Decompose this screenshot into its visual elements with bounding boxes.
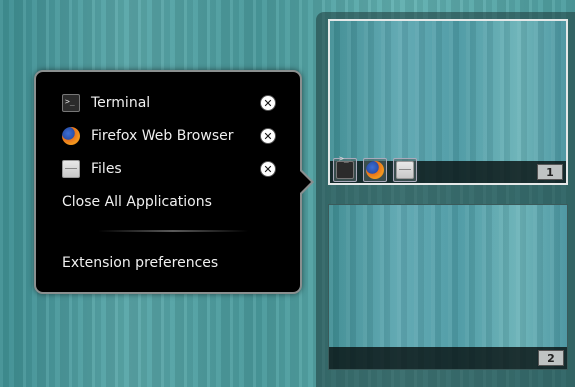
menu-separator bbox=[98, 230, 248, 232]
menu-pointer-arrow-fill bbox=[299, 170, 311, 194]
files-icon bbox=[396, 161, 414, 179]
menu-item-files[interactable]: Files ✕ bbox=[36, 154, 300, 184]
menu-item-firefox[interactable]: Firefox Web Browser ✕ bbox=[36, 121, 300, 151]
workspace-2-thumbnail[interactable]: 2 bbox=[328, 204, 568, 370]
firefox-icon bbox=[62, 127, 80, 145]
close-icon[interactable]: ✕ bbox=[260, 95, 276, 111]
menu-item-terminal[interactable]: Terminal ✕ bbox=[36, 87, 300, 118]
menu-item-label: Firefox Web Browser bbox=[91, 128, 234, 144]
workspace-taskbar: 1 bbox=[330, 154, 566, 183]
firefox-icon bbox=[366, 161, 384, 179]
terminal-icon bbox=[62, 87, 80, 117]
close-icon[interactable]: ✕ bbox=[260, 128, 276, 144]
terminal-icon bbox=[336, 154, 354, 179]
workspace-app-files[interactable] bbox=[393, 158, 417, 182]
workspace-number-badge: 1 bbox=[537, 164, 563, 180]
close-icon[interactable]: ✕ bbox=[260, 161, 276, 177]
files-icon bbox=[62, 160, 80, 178]
workspace-app-firefox[interactable] bbox=[363, 158, 387, 182]
workspace-1-thumbnail[interactable]: 1 bbox=[328, 19, 568, 185]
close-all-applications-item[interactable]: Close All Applications bbox=[62, 194, 212, 210]
extension-preferences-item[interactable]: Extension preferences bbox=[62, 255, 218, 271]
menu-item-label: Files bbox=[91, 161, 122, 177]
workspace-taskbar: 2 bbox=[329, 347, 567, 369]
app-menu-popup: Terminal ✕ Firefox Web Browser ✕ Files ✕… bbox=[34, 70, 302, 294]
workspace-number-badge: 2 bbox=[538, 350, 564, 366]
workspace-app-terminal[interactable] bbox=[333, 154, 357, 182]
menu-item-label: Terminal bbox=[91, 95, 151, 111]
